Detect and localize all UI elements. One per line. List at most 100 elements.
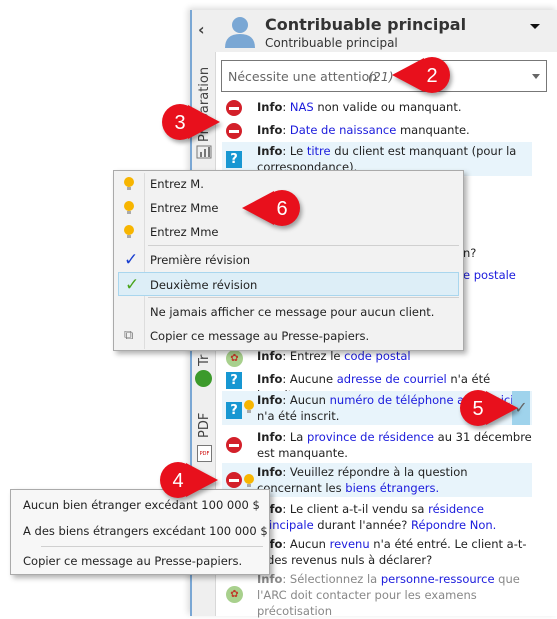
message-link[interactable]: code postal [344, 349, 410, 363]
message-link[interactable]: Date de naissance [290, 123, 396, 137]
menu-item-label: Copier ce message au Presse-papiers. [150, 329, 370, 343]
lightbulb-icon[interactable] [244, 400, 254, 414]
rail-tab-pdf[interactable]: PDF [197, 413, 212, 438]
message-text: : Sélectionnez la [282, 572, 381, 586]
message-text: non valide ou manquant. [313, 100, 462, 114]
message-link[interactable]: revenu [330, 537, 370, 551]
menu-item[interactable]: Entrez M. [114, 172, 463, 196]
lightbulb-icon[interactable] [244, 474, 254, 488]
collapse-chevron-icon[interactable]: ‹ [198, 20, 205, 39]
callout-number: 3 [174, 112, 185, 134]
filter-count: (21) [368, 69, 394, 84]
message-row[interactable]: ? Info: Aucun numéro de téléphone au domi… [222, 391, 532, 425]
row-icon: ? [226, 400, 254, 419]
maple-leaf-icon: ✿ [226, 586, 243, 603]
message-label: Info [257, 372, 283, 386]
message-label: Info [257, 393, 283, 407]
menu-separator [41, 546, 263, 547]
menu-item[interactable]: Entrez Mme [114, 196, 463, 220]
message-text: : [282, 100, 290, 114]
check-blue-icon: ✓ [124, 250, 139, 270]
chart-icon[interactable] [196, 145, 212, 159]
menu-item[interactable]: ⧉ Copier ce message au Presse-papiers. [114, 324, 463, 348]
message-link[interactable]: personne-ressource [381, 572, 495, 586]
check-green-icon: ✓ [125, 275, 140, 295]
menu-item-label: Deuxième révision [150, 278, 258, 292]
message-row[interactable]: Info: La province de résidence au 31 déc… [222, 428, 532, 462]
message-text: durant l'année? [313, 518, 412, 532]
menu-item-label: A des biens étrangers excédant 100 000 $ [23, 524, 268, 538]
message-text: : Entrez le [282, 349, 345, 363]
message-text: : Le client a-t-il vendu sa [282, 502, 429, 516]
row-icon: ✿ [226, 349, 243, 367]
menu-separator [148, 245, 459, 246]
menu-item-label: Entrez Mme [150, 225, 219, 239]
message-link[interactable]: numéro de téléphone au domicile [330, 393, 524, 407]
question-icon: ? [226, 372, 242, 389]
message-text: : Aucun [282, 537, 330, 551]
row-icon: ✿ [226, 585, 243, 603]
question-icon: ? [226, 151, 242, 168]
context-menu-foreign-assets: Aucun bien étranger excédant 100 000 $ A … [10, 489, 270, 575]
rail-green-icon[interactable] [195, 370, 212, 387]
menu-item-label: Aucun bien étranger excédant 100 000 $ [23, 498, 260, 512]
chevron-down-icon [532, 74, 540, 79]
menu-item[interactable]: Ne jamais afficher ce message pour aucun… [114, 300, 463, 324]
context-menu-title: Entrez M. Entrez Mme Entrez Mme ✓ Première r… [113, 170, 464, 351]
lightbulb-icon [124, 201, 134, 215]
error-icon [226, 123, 242, 139]
message-link[interactable]: titre [307, 144, 331, 158]
message-link[interactable]: adresse de courriel [337, 372, 447, 386]
menu-item-label: Copier ce message au Presse-papiers. [23, 554, 243, 568]
message-row[interactable]: ? Info: Aucune adresse de courriel n'a ét… [222, 370, 532, 402]
rail-tab-preparation[interactable]: Préparation [197, 67, 212, 142]
message-label: Info [257, 465, 283, 479]
lightbulb-icon [124, 225, 134, 239]
filter-select[interactable]: Nécessite une attention (21) [221, 60, 547, 92]
message-label: Info [257, 144, 283, 158]
lightbulb-icon [124, 177, 134, 191]
message-row[interactable]: Info: Date de naissance manquante. [222, 121, 532, 139]
user-avatar-icon [225, 17, 255, 48]
message-label: Info [257, 123, 283, 137]
message-text: : Le [282, 144, 307, 158]
menu-item[interactable]: ✓ Première révision [114, 248, 463, 272]
message-text: : La [282, 430, 308, 444]
filter-label: Nécessite une attention [228, 69, 378, 84]
message-row[interactable]: Info: NAS non valide ou manquant. [222, 98, 532, 116]
message-link[interactable]: NAS [290, 100, 314, 114]
error-icon [226, 437, 242, 453]
message-text: n'a été inscrit. [257, 409, 340, 423]
message-label: Info [257, 349, 283, 363]
menu-item[interactable]: Entrez Mme [114, 220, 463, 244]
message-text: manquante. [396, 123, 470, 137]
message-text: : [282, 123, 290, 137]
menu-item-label: Première révision [150, 253, 251, 267]
rail-tab-tr[interactable]: Tr [197, 355, 212, 366]
message-link[interactable]: Répondre Non. [411, 518, 496, 532]
review-check-button[interactable]: ✓ [512, 391, 530, 425]
message-text: : Aucune [282, 372, 337, 386]
message-label: Info [257, 100, 283, 114]
header-dropdown-icon[interactable] [530, 24, 540, 29]
menu-item[interactable]: A des biens étrangers excédant 100 000 $ [11, 519, 269, 543]
hidden-fragment: e postale [463, 268, 516, 282]
menu-separator [148, 297, 459, 298]
menu-item-label: Entrez M. [150, 177, 204, 191]
message-row[interactable]: ✿ Info: Sélectionnez la personne-ressourc… [222, 570, 532, 618]
row-icon [226, 123, 242, 143]
row-icon [226, 100, 242, 120]
menu-item[interactable]: Copier ce message au Presse-papiers. [11, 549, 269, 573]
copy-icon: ⧉ [124, 328, 134, 343]
row-icon [226, 437, 242, 457]
message-link[interactable]: province de résidence [307, 430, 434, 444]
row-icon: ? [226, 151, 242, 168]
hidden-fragment: n? [463, 246, 477, 260]
header-subtitle: Contribuable principal [265, 36, 398, 50]
message-link[interactable]: biens étrangers. [345, 481, 439, 495]
maple-leaf-icon: ✿ [226, 350, 243, 367]
header-title: Contribuable principal [265, 15, 467, 34]
pdf-icon[interactable]: PDF [197, 445, 212, 462]
menu-item[interactable]: ✓ Deuxième révision [118, 272, 459, 296]
menu-item[interactable]: Aucun bien étranger excédant 100 000 $ [11, 493, 269, 517]
